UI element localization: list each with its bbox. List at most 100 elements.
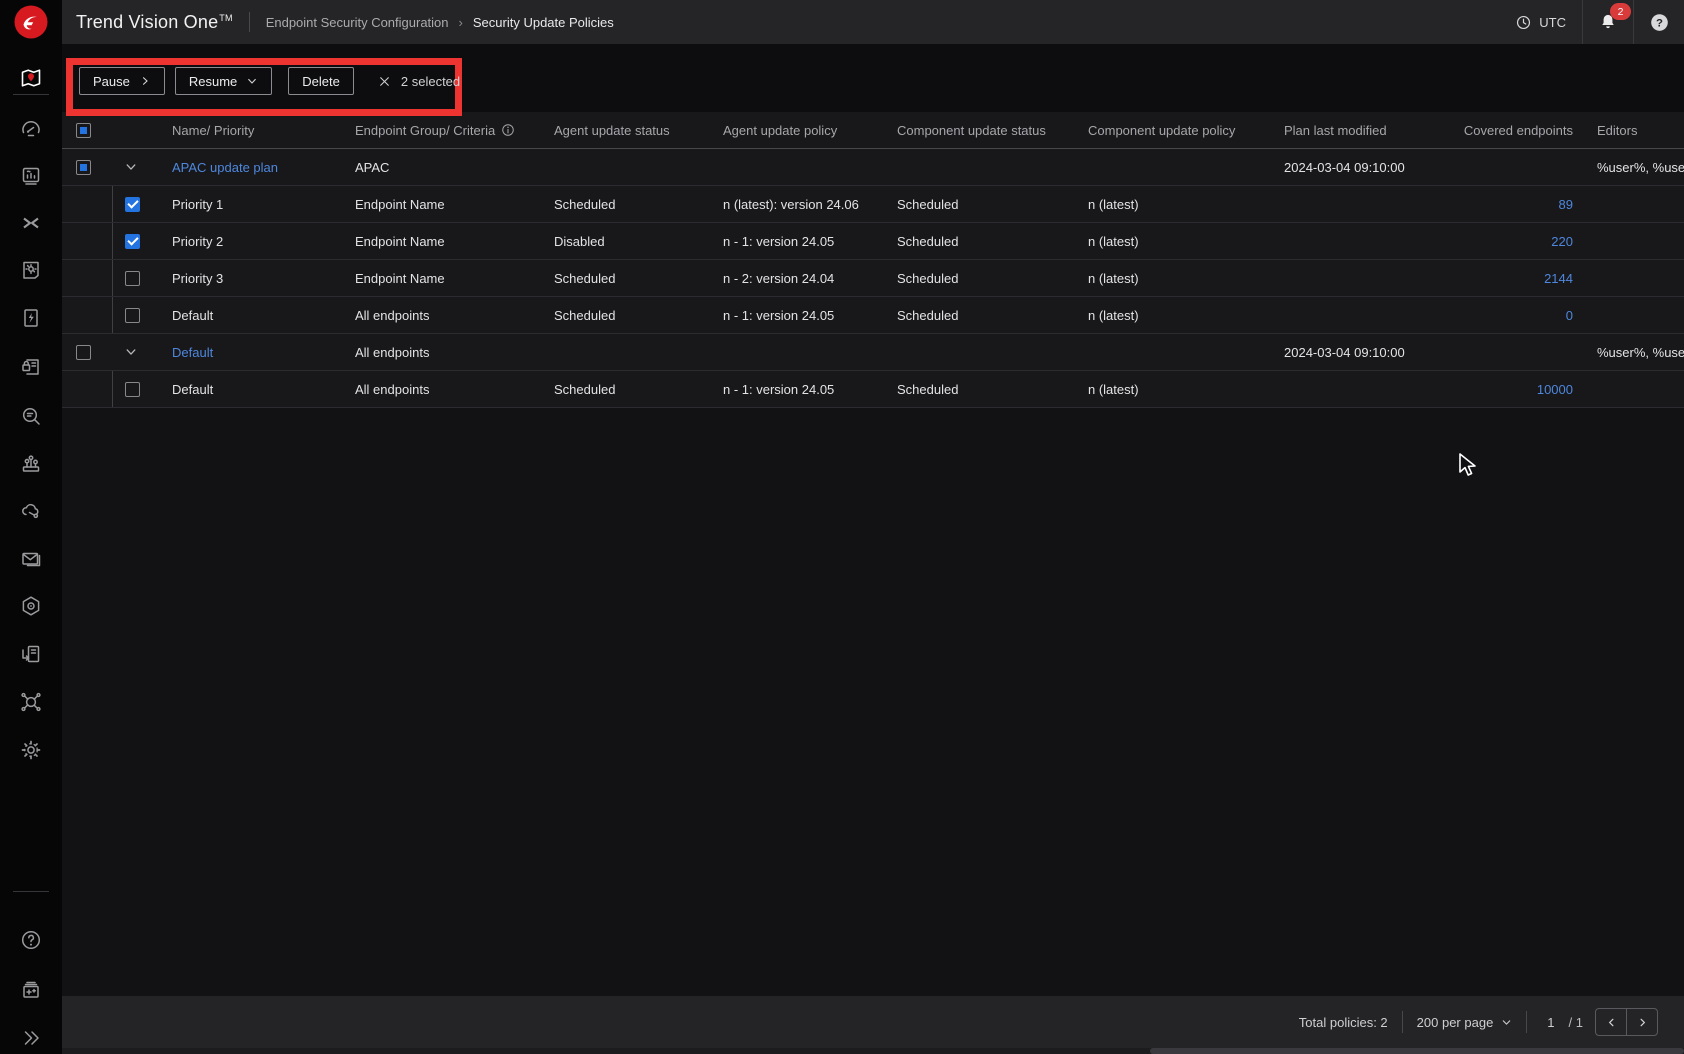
gauge-icon: [19, 116, 43, 140]
scrollbar-thumb[interactable]: [1150, 1048, 1684, 1054]
sidebar-item-mail[interactable]: [0, 539, 62, 579]
endpoint-group-value: Endpoint Name: [355, 271, 445, 286]
sidebar-item-cloud-link[interactable]: [0, 491, 62, 531]
top-header-bar: Trend Vision OneTM Endpoint Security Con…: [62, 0, 1684, 44]
sidebar-item-map-location-active[interactable]: [0, 58, 62, 98]
row-checkbox-unchecked[interactable]: [125, 308, 140, 323]
sidebar-item-report-chart[interactable]: [0, 156, 62, 196]
notifications-button[interactable]: 2: [1583, 0, 1633, 44]
policy-row[interactable]: Default All endpoints Scheduled n - 1: v…: [62, 297, 1684, 334]
sidebar-item-document-bulb[interactable]: [0, 250, 62, 290]
pause-button[interactable]: Pause: [79, 67, 165, 95]
sidebar-item-search-document[interactable]: [0, 396, 62, 436]
selection-chip: 2 selected: [378, 74, 460, 89]
policy-name-link[interactable]: APAC update plan: [172, 160, 278, 175]
agent-update-status-value: Scheduled: [546, 382, 715, 397]
agent-update-status-value: Scheduled: [546, 271, 715, 286]
sidebar-item-device-flow[interactable]: [0, 634, 62, 674]
covered-endpoints-link[interactable]: 220: [1446, 234, 1573, 249]
bolt-box-icon: [19, 306, 43, 330]
sparkle-box-icon: [19, 978, 43, 1002]
agent-update-policy-value: n (latest): version 24.06: [715, 197, 889, 212]
sidebar-item-bolt-box[interactable]: [0, 298, 62, 338]
sidebar-item-double-chevron-right[interactable]: [0, 1018, 62, 1054]
sidebar-item-gear[interactable]: [0, 730, 62, 770]
policy-row[interactable]: Priority 1 Endpoint Name Scheduled n (la…: [62, 186, 1684, 223]
covered-endpoints-link[interactable]: 0: [1446, 308, 1573, 323]
column-header-plan-modified[interactable]: Plan last modified: [1276, 123, 1446, 138]
row-checkbox-unchecked[interactable]: [76, 345, 91, 360]
column-header-editors[interactable]: Editors: [1573, 123, 1684, 138]
trend-micro-logo-icon[interactable]: [11, 2, 51, 42]
expand-chevron-down-icon[interactable]: [124, 160, 138, 174]
component-update-status-value: Scheduled: [889, 382, 1080, 397]
endpoint-group-value: All endpoints: [355, 308, 429, 323]
sidebar-item-x-mark[interactable]: [0, 203, 62, 243]
row-checkbox-unchecked[interactable]: [125, 271, 140, 286]
resume-button[interactable]: Resume: [175, 67, 272, 95]
covered-endpoints-link[interactable]: 10000: [1446, 382, 1573, 397]
per-page-label: 200 per page: [1417, 1015, 1494, 1030]
help-icon: ?: [1649, 12, 1670, 33]
agent-update-policy-value: n - 1: version 24.05: [715, 308, 889, 323]
sidebar-item-network-nodes[interactable]: [0, 443, 62, 483]
policy-row[interactable]: Priority 2 Endpoint Name Disabled n - 1:…: [62, 223, 1684, 260]
column-header-agent-status[interactable]: Agent update status: [546, 123, 715, 138]
row-checkbox-checked[interactable]: [125, 234, 140, 249]
mail-icon: [19, 547, 43, 571]
agent-update-status-value: Scheduled: [546, 197, 715, 212]
column-header-name-priority[interactable]: Name/ Priority: [160, 123, 347, 138]
clear-selection-icon[interactable]: [378, 75, 391, 88]
document-bulb-icon: [19, 258, 43, 282]
component-update-policy-value: n (latest): [1080, 308, 1276, 323]
column-header-covered-endpoints[interactable]: Covered endpoints: [1446, 123, 1573, 138]
delete-button-label: Delete: [302, 74, 340, 89]
lock-document-icon: [19, 354, 43, 378]
component-update-policy-value: n (latest): [1080, 234, 1276, 249]
row-checkbox-unchecked[interactable]: [125, 382, 140, 397]
column-header-agent-policy[interactable]: Agent update policy: [715, 123, 889, 138]
sidebar-item-gauge[interactable]: [0, 108, 62, 148]
horizontal-scrollbar: [62, 1048, 1684, 1054]
sidebar-item-search-network[interactable]: [0, 682, 62, 722]
priority-name: Default: [172, 308, 213, 323]
covered-endpoints-link[interactable]: 2144: [1446, 271, 1573, 286]
covered-endpoints-link[interactable]: 89: [1446, 197, 1573, 212]
policy-group-row[interactable]: APAC update plan APAC 2024-03-04 09:10:0…: [62, 149, 1684, 186]
map-location-icon: [19, 66, 43, 90]
info-icon[interactable]: [501, 123, 515, 137]
agent-update-policy-value: n - 2: version 24.04: [715, 271, 889, 286]
cloud-link-icon: [19, 499, 43, 523]
current-page-input[interactable]: 1: [1547, 1015, 1554, 1030]
column-header-component-status[interactable]: Component update status: [889, 123, 1080, 138]
trademark: TM: [219, 13, 232, 23]
sidebar-item-lock-document[interactable]: [0, 346, 62, 386]
delete-button[interactable]: Delete: [288, 67, 354, 95]
row-checkbox-checked[interactable]: [125, 197, 140, 212]
sidebar-item-sparkle-box[interactable]: [0, 970, 62, 1010]
component-update-status-value: Scheduled: [889, 271, 1080, 286]
row-checkbox-indeterminate[interactable]: [76, 160, 91, 175]
help-button[interactable]: ?: [1634, 0, 1684, 44]
breadcrumb: Endpoint Security Configuration › Securi…: [266, 15, 614, 30]
policy-row[interactable]: Priority 3 Endpoint Name Scheduled n - 2…: [62, 260, 1684, 297]
endpoint-group-value: All endpoints: [355, 345, 429, 360]
policy-name-link[interactable]: Default: [172, 345, 213, 360]
breadcrumb-item-parent[interactable]: Endpoint Security Configuration: [266, 15, 449, 30]
sidebar-item-hexagon-gear[interactable]: [0, 586, 62, 626]
timezone-selector[interactable]: UTC: [1499, 0, 1582, 44]
per-page-dropdown[interactable]: 200 per page: [1417, 1015, 1513, 1030]
policies-table: Name/ Priority Endpoint Group/ Criteria …: [62, 112, 1684, 408]
sidebar-item-help-circle[interactable]: [0, 920, 62, 960]
column-header-component-policy[interactable]: Component update policy: [1080, 123, 1276, 138]
policy-group-row[interactable]: Default All endpoints 2024-03-04 09:10:0…: [62, 334, 1684, 371]
next-page-button[interactable]: [1627, 1009, 1657, 1035]
network-nodes-icon: [19, 451, 43, 475]
policy-row[interactable]: Default All endpoints Scheduled n - 1: v…: [62, 371, 1684, 408]
editors-value: %user%, %use: [1573, 160, 1684, 175]
column-header-endpoint-group[interactable]: Endpoint Group/ Criteria: [355, 123, 495, 138]
select-all-checkbox[interactable]: [76, 123, 91, 138]
expand-chevron-down-icon[interactable]: [124, 345, 138, 359]
help-circle-icon: [19, 928, 43, 952]
previous-page-button[interactable]: [1596, 1009, 1627, 1035]
